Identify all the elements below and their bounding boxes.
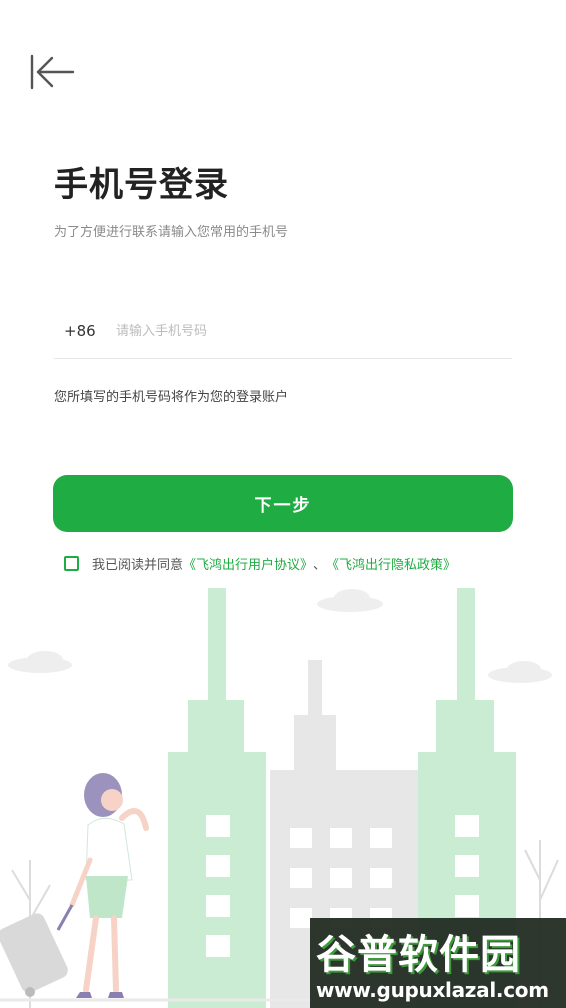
next-button[interactable]: 下一步 [53,475,513,532]
agreement-checkbox[interactable] [64,555,79,571]
account-hint: 您所填写的手机号码将作为您的登录账户 [54,390,289,405]
watermark-logo: 谷普软件园 www.gupuxlazal.com [310,918,566,1008]
page-subtitle: 为了方便进行联系请输入您常用的手机号 [54,225,289,240]
watermark-logo-text: 谷普软件园 [316,932,521,978]
privacy-policy-link[interactable]: 《飞鸿出行隐私政策》 [326,554,456,573]
phone-input[interactable] [116,314,506,348]
phone-field: +86 [54,304,512,359]
back-arrow-icon [30,54,75,90]
agreement-prefix: 我已阅读并同意 [92,557,184,573]
agreement-row: 我已阅读并同意 《飞鸿出行用户协议》 、 《飞鸿出行隐私政策》 [64,553,456,573]
user-agreement-link[interactable]: 《飞鸿出行用户协议》 [183,554,313,573]
back-button[interactable] [26,50,78,94]
country-code[interactable]: +86 [64,322,96,340]
page-title: 手机号登录 [54,165,229,205]
watermark-url: www.gupuxlazal.com [316,978,549,1002]
agreement-separator: 、 [313,557,327,573]
